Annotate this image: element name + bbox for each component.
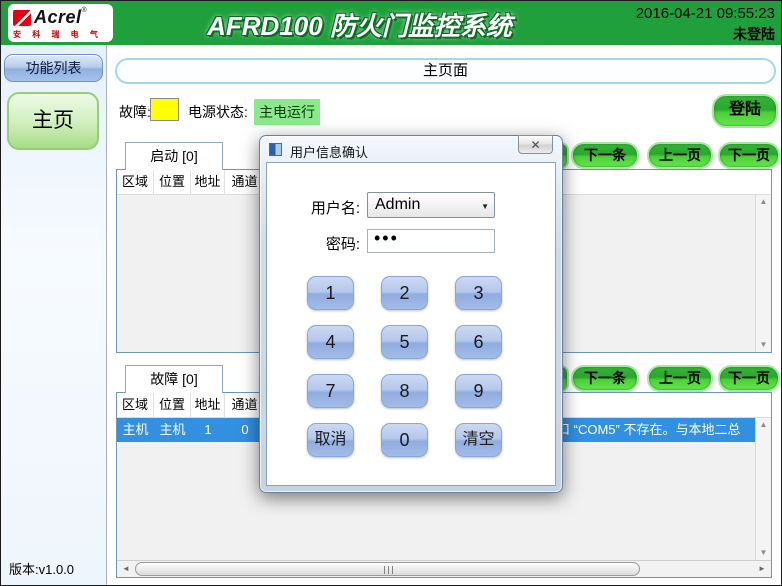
next-page-button-top[interactable]: 下一页 xyxy=(718,142,780,169)
keypad-button-5[interactable]: 5 xyxy=(381,325,428,359)
datetime-text: 2016-04-21 09:55:23 xyxy=(636,5,775,22)
column-header: 位置 xyxy=(154,170,191,194)
keypad-button-3[interactable]: 3 xyxy=(455,276,502,310)
scroll-up-icon[interactable]: ▲ xyxy=(756,418,771,432)
app-window: Acrel® 安 科 瑞 电 气 AFRD100 防火门监控系统 2016-04… xyxy=(0,0,782,586)
column-header: 地址 xyxy=(191,393,225,417)
scroll-down-icon[interactable]: ▼ xyxy=(756,546,771,560)
scroll-up-icon[interactable]: ▲ xyxy=(756,195,771,209)
close-button[interactable]: ✕ xyxy=(518,135,553,154)
fault-indicator xyxy=(150,98,179,121)
cell-address: 1 xyxy=(191,418,225,442)
keypad-button-7[interactable]: 7 xyxy=(307,374,354,408)
next-page-button-bottom[interactable]: 下一页 xyxy=(718,365,780,392)
keypad-button-2[interactable]: 2 xyxy=(381,276,428,310)
sidebar-item-home[interactable]: 主页 xyxy=(7,92,99,150)
acrel-logo-icon xyxy=(13,10,31,26)
cell-region: 主机 xyxy=(117,418,154,442)
column-header: 地址 xyxy=(191,170,225,194)
column-header: 区域 xyxy=(117,393,154,417)
window-icon xyxy=(269,143,282,156)
tab-fault[interactable]: 故障 [0] xyxy=(125,365,223,393)
next-item-button-bottom[interactable]: 下一条 xyxy=(571,365,639,392)
prev-page-button-bottom[interactable]: 上一页 xyxy=(647,365,713,392)
page-title: 主页面 xyxy=(115,58,776,84)
dialog-content: 用户名: Admin ▼ 密码: ••• 1 2 3 4 5 6 7 8 9 取… xyxy=(266,162,556,486)
function-list-button[interactable]: 功能列表 xyxy=(4,54,103,82)
keypad-button-0[interactable]: 0 xyxy=(381,423,428,457)
registered-mark: ® xyxy=(82,7,87,14)
keypad-clear-button[interactable]: 清空 xyxy=(455,423,502,457)
fault-label: 故障: xyxy=(119,102,151,122)
dialog-title: 用户信息确认 xyxy=(290,142,368,161)
next-item-button-top[interactable]: 下一条 xyxy=(571,142,639,169)
sidebar: 功能列表 主页 版本:v1.0.0 xyxy=(1,45,107,585)
cell-location: 主机 xyxy=(154,418,191,442)
user-info-dialog: 用户信息确认 ✕ 用户名: Admin ▼ 密码: ••• 1 2 3 4 5 … xyxy=(259,135,563,493)
tab-start[interactable]: 启动 [0] xyxy=(125,142,223,170)
scroll-left-icon[interactable]: ◄ xyxy=(119,561,133,577)
app-title: AFRD100 防火门监控系统 xyxy=(127,6,592,43)
keypad-cancel-button[interactable]: 取消 xyxy=(307,423,354,457)
keypad-button-1[interactable]: 1 xyxy=(307,276,354,310)
column-header: 区域 xyxy=(117,170,154,194)
dialog-titlebar[interactable]: 用户信息确认 ✕ xyxy=(260,136,562,162)
power-status-value: 主电运行 xyxy=(254,99,320,125)
power-status-label: 电源状态: xyxy=(188,102,248,122)
username-value: Admin xyxy=(375,196,420,214)
brand-text: Acrel xyxy=(34,7,82,27)
vertical-scrollbar[interactable]: ▲ ▼ xyxy=(755,195,771,352)
scroll-right-icon[interactable]: ► xyxy=(755,561,769,577)
vertical-scrollbar[interactable]: ▲ ▼ xyxy=(755,418,771,560)
app-header: Acrel® 安 科 瑞 电 气 AFRD100 防火门监控系统 2016-04… xyxy=(1,1,781,45)
keypad-button-6[interactable]: 6 xyxy=(455,325,502,359)
password-dots: ••• xyxy=(374,228,399,249)
password-field[interactable]: ••• xyxy=(367,229,495,253)
thumb-grip-icon xyxy=(384,566,393,574)
column-header: 位置 xyxy=(154,393,191,417)
login-button[interactable]: 登陆 xyxy=(712,94,778,128)
username-label: 用户名: xyxy=(285,197,360,218)
login-status: 未登陆 xyxy=(733,24,775,44)
keypad-button-8[interactable]: 8 xyxy=(381,374,428,408)
scroll-down-icon[interactable]: ▼ xyxy=(756,338,771,352)
prev-page-button-top[interactable]: 上一页 xyxy=(647,142,713,169)
horizontal-scrollbar[interactable]: ◄ ► xyxy=(117,560,771,577)
keypad-button-4[interactable]: 4 xyxy=(307,325,354,359)
brand-subtitle: 安 科 瑞 电 气 xyxy=(13,29,108,40)
username-select[interactable]: Admin ▼ xyxy=(367,192,495,218)
keypad-button-9[interactable]: 9 xyxy=(455,374,502,408)
chevron-down-icon: ▼ xyxy=(481,202,489,211)
scrollbar-thumb[interactable] xyxy=(135,562,640,576)
acrel-logo: Acrel® 安 科 瑞 电 气 xyxy=(8,4,113,42)
close-icon: ✕ xyxy=(530,138,540,152)
password-label: 密码: xyxy=(300,233,360,254)
version-text: 版本:v1.0.0 xyxy=(9,559,74,578)
